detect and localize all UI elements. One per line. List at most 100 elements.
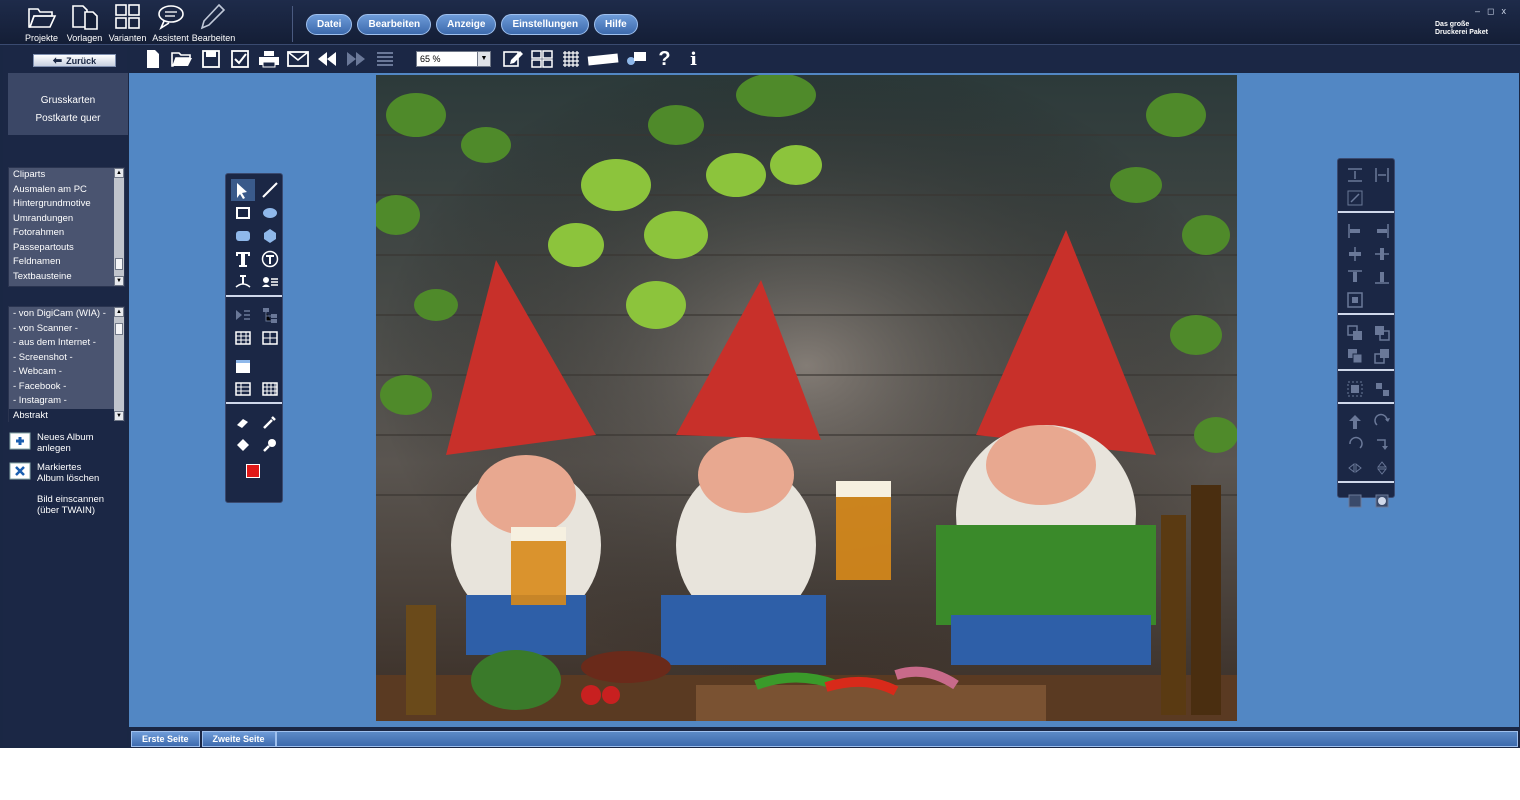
- line-tool[interactable]: [258, 179, 282, 201]
- ungroup-tool[interactable]: [1370, 378, 1394, 400]
- list-item-fotorahmen[interactable]: Fotorahmen: [9, 226, 124, 241]
- rotate-left-tool[interactable]: [1343, 434, 1367, 456]
- fill-tool[interactable]: [231, 434, 255, 456]
- frame-tool[interactable]: [1343, 490, 1367, 512]
- zoom-select[interactable]: 65 % ▼: [416, 51, 491, 67]
- fit-page-tool[interactable]: [1343, 289, 1367, 311]
- help-button[interactable]: ?: [650, 48, 679, 70]
- list-item-cliparts[interactable]: Cliparts: [9, 168, 124, 183]
- move-up-tool[interactable]: [1343, 411, 1367, 433]
- bring-to-front-tool[interactable]: [1343, 345, 1367, 367]
- table-small-tool[interactable]: [231, 378, 255, 400]
- list-item-digicam[interactable]: - von DigiCam (WIA) -: [9, 307, 124, 322]
- polygon-tool[interactable]: [258, 225, 282, 247]
- scroll-thumb[interactable]: [115, 323, 123, 335]
- projects-button[interactable]: Projekte: [20, 0, 63, 45]
- list-item-internet[interactable]: - aus dem Internet -: [9, 336, 124, 351]
- align-top-tool[interactable]: [1343, 266, 1367, 288]
- list-item-umrandungen[interactable]: Umrandungen: [9, 212, 124, 227]
- curve-text-tool[interactable]: [231, 271, 255, 293]
- scroll-down-icon[interactable]: ▼: [114, 411, 124, 421]
- menu-hilfe[interactable]: Hilfe: [594, 14, 638, 35]
- source-list[interactable]: - von DigiCam (WIA) - - von Scanner - - …: [8, 306, 125, 423]
- eyedropper-tool[interactable]: [258, 411, 282, 433]
- edit-button[interactable]: Bearbeiten: [192, 0, 235, 45]
- previous-page-button[interactable]: [312, 48, 341, 70]
- next-page-button[interactable]: [341, 48, 370, 70]
- rectangle-tool[interactable]: [231, 202, 255, 224]
- menu-einstellungen[interactable]: Einstellungen: [501, 14, 590, 35]
- hierarchy-tool[interactable]: [258, 304, 282, 326]
- rotate-right-tool[interactable]: [1370, 411, 1394, 433]
- close-button[interactable]: x: [1502, 6, 1507, 17]
- eraser-tool[interactable]: [231, 411, 255, 433]
- templates-button[interactable]: Vorlagen: [63, 0, 106, 45]
- text-tool[interactable]: [231, 248, 255, 270]
- menu-bearbeiten[interactable]: Bearbeiten: [357, 14, 432, 35]
- rounded-rect-tool[interactable]: [231, 225, 255, 247]
- shadow-tool[interactable]: [1370, 490, 1394, 512]
- list-item-passepartouts[interactable]: Passepartouts: [9, 241, 124, 256]
- list-item-scanner[interactable]: - von Scanner -: [9, 322, 124, 337]
- contacts-button[interactable]: [621, 48, 650, 70]
- menu-datei[interactable]: Datei: [306, 14, 353, 35]
- list-item-hintergrund[interactable]: Hintergrundmotive: [9, 197, 124, 212]
- contact-field-tool[interactable]: [258, 271, 282, 293]
- list-item-abstrakt[interactable]: Abstrakt: [9, 408, 124, 423]
- ellipse-tool[interactable]: [258, 202, 282, 224]
- align-horizontal-center-tool[interactable]: [1370, 164, 1394, 186]
- table-tool[interactable]: [231, 327, 255, 349]
- grid-button[interactable]: [556, 48, 585, 70]
- align-bottom-tool[interactable]: [1370, 266, 1394, 288]
- calendar-tool[interactable]: [231, 355, 255, 377]
- list-item-feldnamen[interactable]: Feldnamen: [9, 255, 124, 270]
- save-button[interactable]: [196, 48, 225, 70]
- design-canvas[interactable]: [129, 73, 1519, 727]
- scroll-up-icon[interactable]: ▲: [114, 307, 124, 317]
- align-right-tool[interactable]: [1370, 220, 1394, 242]
- scroll-thumb[interactable]: [115, 258, 123, 270]
- list-item-webcam[interactable]: - Webcam -: [9, 365, 124, 380]
- text-circle-tool[interactable]: [258, 248, 282, 270]
- info-button[interactable]: i: [679, 48, 708, 70]
- list-item-textbausteine[interactable]: Textbausteine: [9, 270, 124, 285]
- send-backward-tool[interactable]: [1370, 322, 1394, 344]
- select-tool[interactable]: [231, 179, 255, 201]
- scroll-down-icon[interactable]: ▼: [114, 276, 124, 286]
- open-button[interactable]: [167, 48, 196, 70]
- variants-button[interactable]: Varianten: [106, 0, 149, 45]
- ruler-button[interactable]: [585, 48, 621, 70]
- align-center-h-tool[interactable]: [1343, 243, 1367, 265]
- align-center-v-tool[interactable]: [1370, 243, 1394, 265]
- current-color-swatch[interactable]: [246, 464, 260, 478]
- resize-tool[interactable]: [1343, 187, 1367, 209]
- new-document-button[interactable]: [138, 48, 167, 70]
- send-to-back-tool[interactable]: [1370, 345, 1394, 367]
- category-list[interactable]: Cliparts Ausmalen am PC Hintergrundmotiv…: [8, 167, 125, 287]
- list-item-facebook[interactable]: - Facebook -: [9, 380, 124, 395]
- print-button[interactable]: [254, 48, 283, 70]
- tab-first-page[interactable]: Erste Seite: [131, 731, 200, 747]
- back-button[interactable]: ⬅ Zurück: [33, 54, 116, 67]
- new-album-button[interactable]: Neues Album anlegen: [8, 430, 94, 454]
- matrix-tool[interactable]: [258, 378, 282, 400]
- flip-vertical-tool[interactable]: [1370, 457, 1394, 479]
- delete-album-button[interactable]: Markiertes Album löschen: [8, 460, 99, 484]
- minimize-button[interactable]: –: [1475, 6, 1480, 17]
- group-tool[interactable]: [1343, 378, 1367, 400]
- chevron-down-icon[interactable]: ▼: [477, 52, 490, 66]
- edit-text-button[interactable]: [498, 48, 527, 70]
- scroll-up-icon[interactable]: ▲: [114, 168, 124, 178]
- align-left-tool[interactable]: [1343, 220, 1367, 242]
- flip-horizontal-tool[interactable]: [1343, 457, 1367, 479]
- assistant-button[interactable]: Assistent: [149, 0, 192, 45]
- maximize-button[interactable]: ◻: [1487, 6, 1494, 17]
- arrange-tool[interactable]: [231, 304, 255, 326]
- layout-button[interactable]: [527, 48, 556, 70]
- email-button[interactable]: [283, 48, 312, 70]
- postcard-image[interactable]: [376, 75, 1237, 721]
- list-item-screenshot[interactable]: - Screenshot -: [9, 351, 124, 366]
- save-check-button[interactable]: [225, 48, 254, 70]
- zoom-tool[interactable]: [258, 434, 282, 456]
- menu-anzeige[interactable]: Anzeige: [436, 14, 497, 35]
